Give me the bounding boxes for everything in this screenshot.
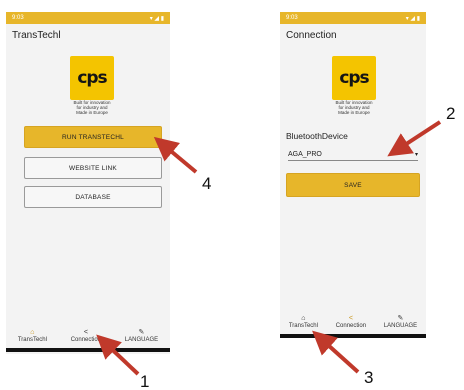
arrow-1: [96, 334, 140, 376]
callout-1: 1: [140, 372, 150, 390]
callout-3: 3: [364, 368, 374, 387]
arrow-4: [153, 136, 198, 174]
callout-4: 4: [202, 174, 212, 193]
callout-2: 2: [446, 104, 456, 123]
arrow-3: [312, 330, 360, 374]
arrow-2: [387, 120, 442, 157]
annotation-arrows: [96, 120, 442, 376]
